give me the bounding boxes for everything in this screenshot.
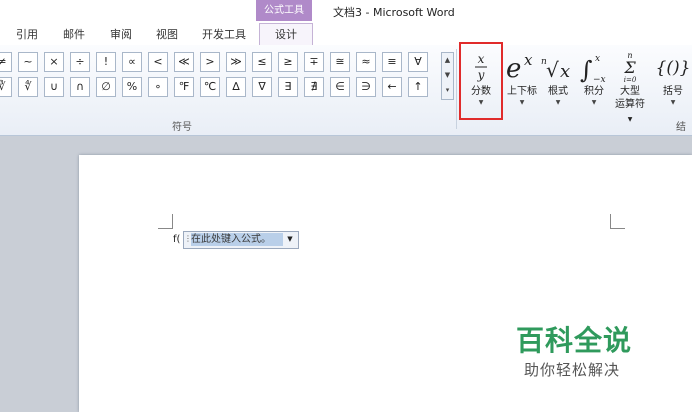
symbol-button[interactable]: ≪ xyxy=(174,52,194,72)
symbol-button[interactable]: ∘ xyxy=(148,77,168,97)
large-operator-label-2-text: 运算符 xyxy=(615,99,645,110)
symbol-button[interactable]: ∓ xyxy=(304,52,324,72)
symbol-button[interactable]: ℃ xyxy=(200,77,220,97)
watermark-title: 百科全说 xyxy=(516,324,633,357)
svg-text:e: e xyxy=(506,54,521,84)
symbol-button[interactable]: × xyxy=(44,52,64,72)
svg-text:i=0: i=0 xyxy=(624,76,637,84)
svg-text:x: x xyxy=(560,61,570,82)
symbol-button[interactable]: ≈ xyxy=(356,52,376,72)
symbol-button[interactable]: ≠ xyxy=(0,52,12,72)
symbol-button[interactable]: ∈ xyxy=(330,77,350,97)
chevron-down-icon: ▼ xyxy=(555,99,561,106)
ribbon: ≠ ~ × ÷ ! ∝ < ≪ > ≫ ≤ ≥ ∓ ≅ ≈ ≡ ∀ ∛ ∜ ∪ … xyxy=(0,45,692,148)
tab-design[interactable]: 设计 xyxy=(259,23,313,46)
symbol-button[interactable]: ÷ xyxy=(70,52,90,72)
fraction-highlight-box xyxy=(459,42,503,120)
bracket-label: 括号 xyxy=(663,86,683,97)
symbol-button[interactable]: > xyxy=(200,52,220,72)
symbol-button[interactable]: ∄ xyxy=(304,77,324,97)
large-operator-label: 大型 xyxy=(620,86,640,97)
svg-text:{()}: {()} xyxy=(656,58,691,78)
chevron-down-icon: ▼ xyxy=(670,99,676,106)
symbol-button[interactable]: ∋ xyxy=(356,77,376,97)
equation-prefix: f( xyxy=(173,234,181,245)
expand-gallery-icon[interactable]: ▾ xyxy=(442,83,453,98)
integral-label: 积分 xyxy=(584,86,604,97)
tab-references[interactable]: 引用 xyxy=(16,26,38,42)
tab-view[interactable]: 视图 xyxy=(156,26,178,42)
symbol-button[interactable]: ↑ xyxy=(408,77,428,97)
symbol-button[interactable]: % xyxy=(122,77,142,97)
symbols-group-label: 符号 xyxy=(172,122,192,133)
symbol-button[interactable]: ~ xyxy=(18,52,38,72)
symbol-button[interactable]: ∅ xyxy=(96,77,116,97)
tab-mailings[interactable]: 邮件 xyxy=(63,26,85,42)
svg-text:x: x xyxy=(524,51,533,69)
svg-text:x: x xyxy=(595,54,600,64)
symbol-button[interactable]: < xyxy=(148,52,168,72)
symbol-button[interactable]: ! xyxy=(96,52,116,72)
chevron-down-icon: ▼ xyxy=(627,116,633,123)
radical-icon: n √ x xyxy=(538,49,578,85)
symbol-button[interactable]: ≥ xyxy=(278,52,298,72)
radical-label: 根式 xyxy=(548,86,568,97)
chevron-down-icon: ▼ xyxy=(591,99,597,106)
symbol-button[interactable]: ℉ xyxy=(174,77,194,97)
integral-icon: ∫ x −x xyxy=(574,49,614,85)
equation-move-handle-icon[interactable]: ⋮ xyxy=(184,232,192,246)
title-bar: 公式工具 文档3 - Microsoft Word xyxy=(0,0,692,23)
symbol-button[interactable]: ← xyxy=(382,77,402,97)
symbol-button[interactable]: ≅ xyxy=(330,52,350,72)
symbol-button[interactable]: ≫ xyxy=(226,52,246,72)
tab-developer[interactable]: 开发工具 xyxy=(202,26,246,42)
group-divider xyxy=(456,49,457,129)
sigma-icon: n Σ i=0 xyxy=(612,49,648,85)
symbol-button[interactable]: ∇ xyxy=(252,77,272,97)
ribbon-tabs: 引用 邮件 审阅 视图 开发工具 设计 xyxy=(0,23,692,46)
svg-text:Σ: Σ xyxy=(623,58,636,77)
watermark-subtitle: 助你轻松解决 xyxy=(524,361,621,379)
large-operator-label-2: 运算符 ▼ xyxy=(612,98,648,126)
integral-button[interactable]: ∫ x −x 积分 ▼ xyxy=(574,49,614,117)
symbol-gallery-scroller[interactable]: ▲ ▼ ▾ xyxy=(441,52,454,100)
large-operator-button[interactable]: n Σ i=0 大型 运算符 ▼ xyxy=(612,49,648,123)
symbol-button[interactable]: ∪ xyxy=(44,77,64,97)
symbol-button[interactable]: ∀ xyxy=(408,52,428,72)
symbol-button[interactable]: ∜ xyxy=(18,77,38,97)
radical-button[interactable]: n √ x 根式 ▼ xyxy=(538,49,578,117)
margin-corner-mark xyxy=(610,214,625,229)
svg-text:√: √ xyxy=(546,58,559,82)
symbol-button[interactable]: ≤ xyxy=(252,52,272,72)
svg-text:∫: ∫ xyxy=(580,56,593,84)
scroll-down-icon[interactable]: ▼ xyxy=(442,68,453,83)
margin-corner-mark xyxy=(158,214,173,229)
bracket-icon: {()} xyxy=(654,49,692,85)
scroll-up-icon[interactable]: ▲ xyxy=(442,53,453,68)
symbol-button[interactable]: ∝ xyxy=(122,52,142,72)
symbol-button[interactable]: ∛ xyxy=(0,77,12,97)
svg-text:−x: −x xyxy=(593,75,606,85)
tab-review[interactable]: 审阅 xyxy=(110,26,132,42)
symbol-button[interactable]: ∃ xyxy=(278,77,298,97)
equation-tools-context-label: 公式工具 xyxy=(256,0,312,21)
symbol-button[interactable]: ∆ xyxy=(226,77,246,97)
symbol-button[interactable]: ≡ xyxy=(382,52,402,72)
symbol-button[interactable]: ∩ xyxy=(70,77,90,97)
bracket-button[interactable]: {()} 括号 ▼ xyxy=(654,49,692,117)
equation-placeholder[interactable]: 在此处键入公式。 xyxy=(191,233,283,246)
equation-options-chevron-icon[interactable]: ▼ xyxy=(284,232,296,246)
window-title: 文档3 - Microsoft Word xyxy=(333,6,455,19)
